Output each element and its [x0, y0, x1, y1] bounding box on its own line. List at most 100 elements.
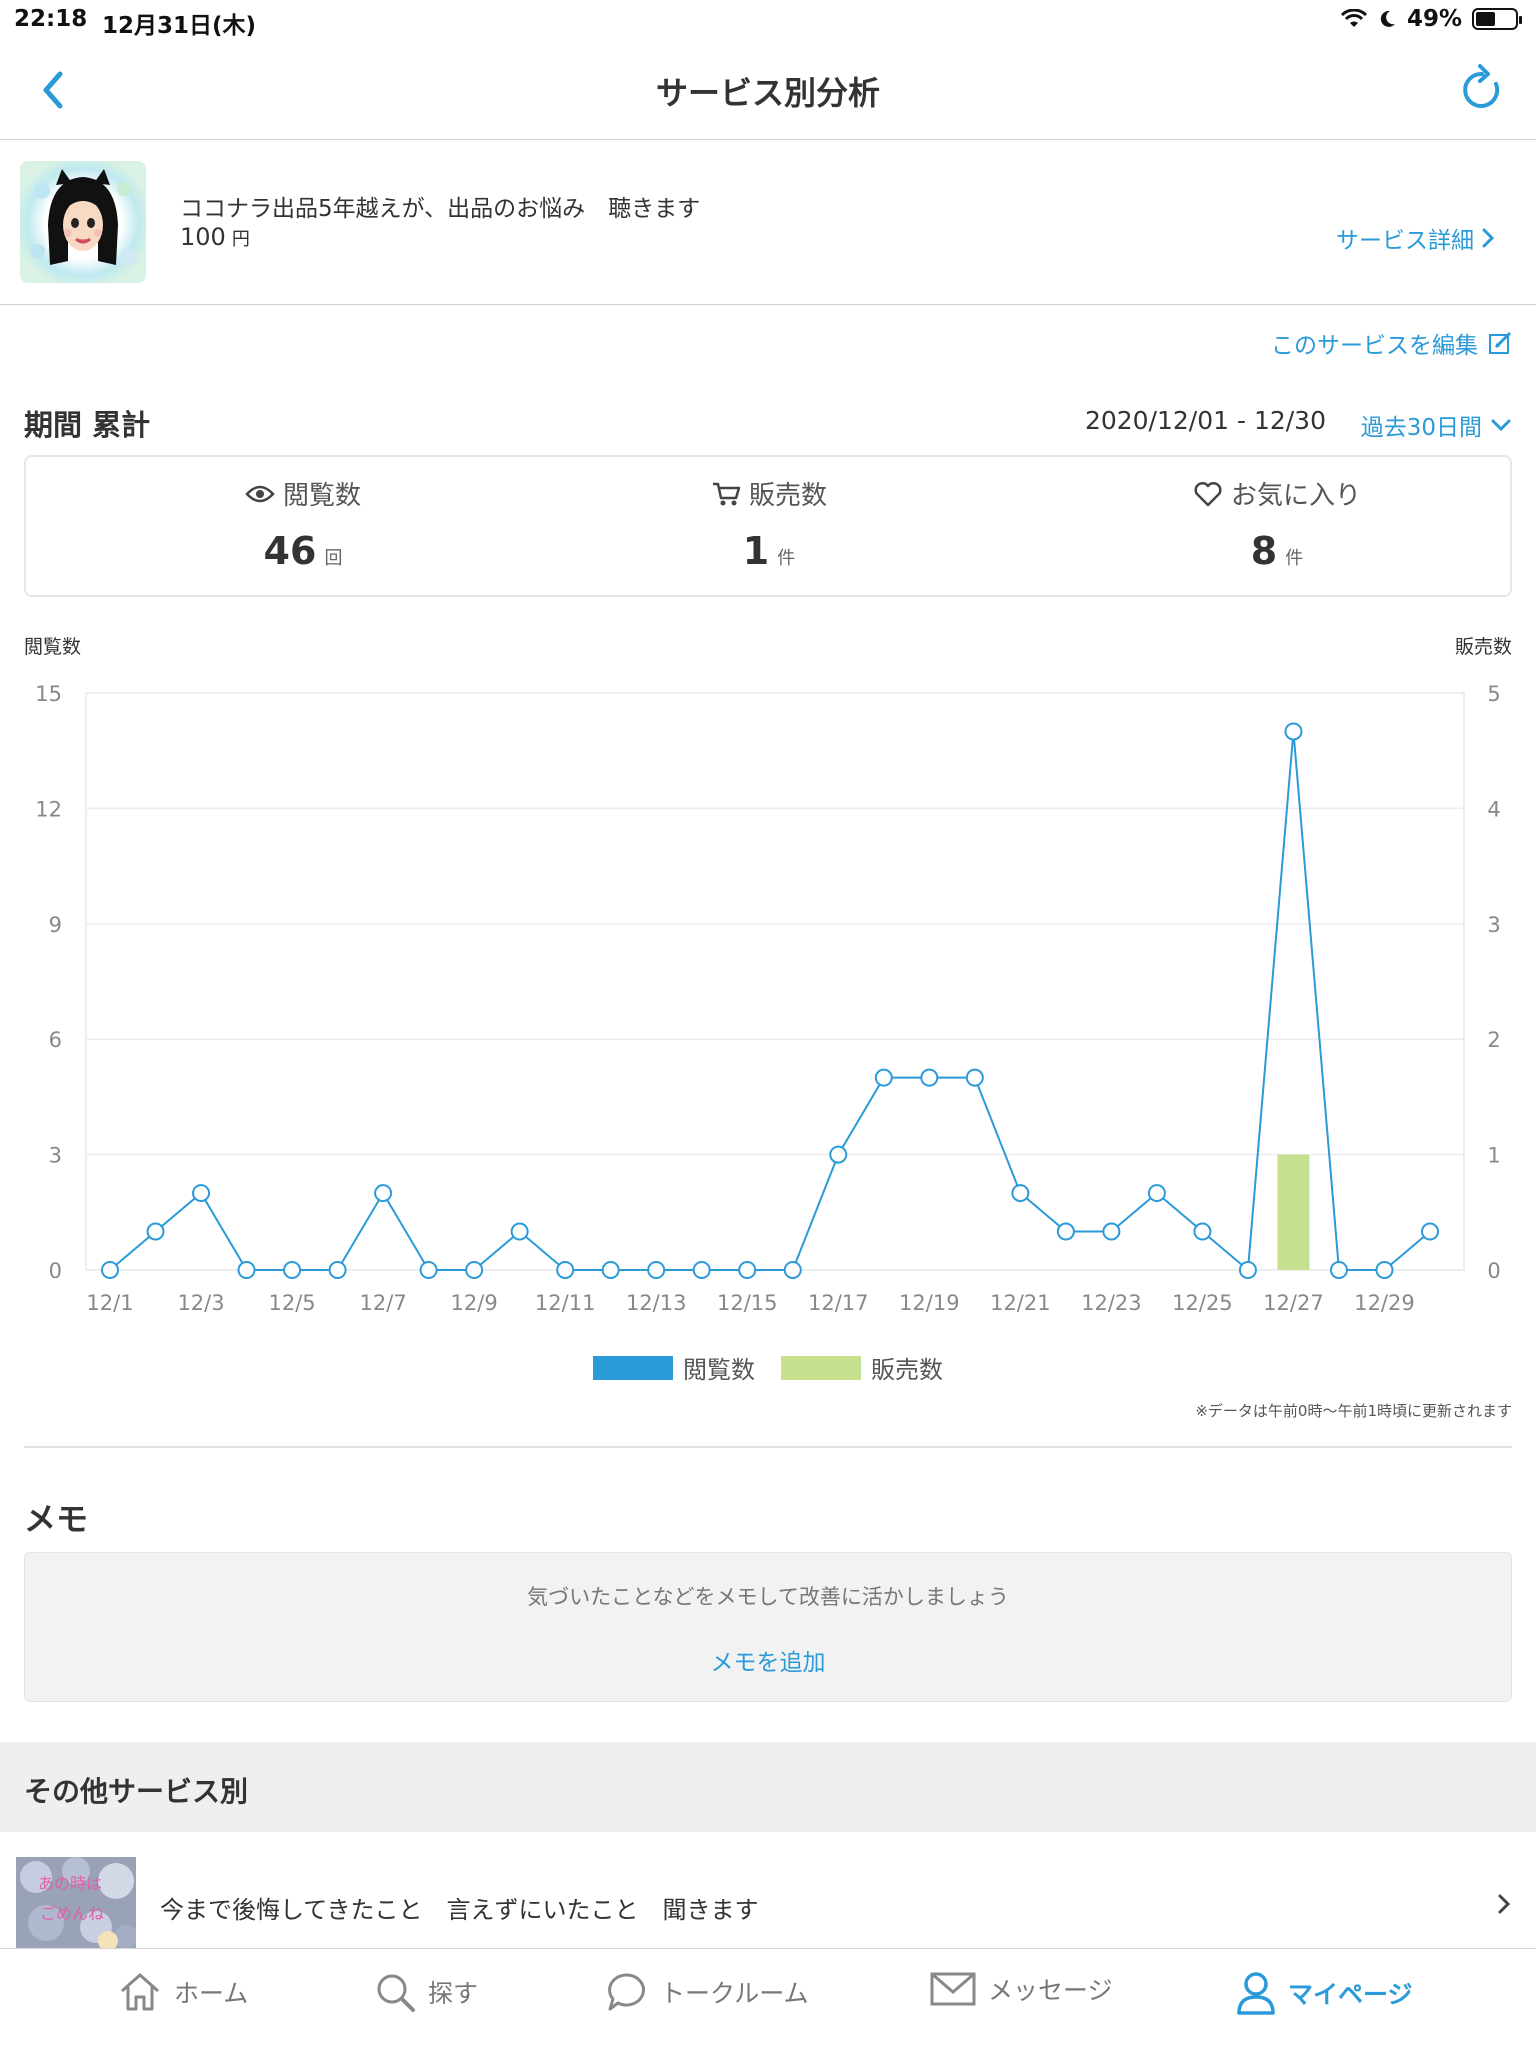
other-services-title: その他サービス別 [24, 1775, 249, 1808]
tab-messages[interactable]: メッセージ [930, 1971, 1113, 2007]
status-date: 12月31日(木) [102, 13, 257, 39]
y-left-tick-label: 3 [49, 1144, 62, 1168]
x-tick-label: 12/29 [1354, 1291, 1415, 1315]
views-point [920, 1068, 939, 1087]
tab-search[interactable]: 探す [374, 1971, 478, 2013]
views-point [510, 1222, 529, 1241]
legend-swatch-views [593, 1355, 673, 1380]
views-point [783, 1261, 802, 1279]
y-left-tick-label: 12 [35, 797, 62, 821]
stat-label: お気に入り [1230, 481, 1361, 511]
legend-item-views: 閲覧数 [593, 1350, 755, 1385]
memo-hint: 気づいたことなどをメモして改善に活かしましょう [527, 1585, 1009, 1609]
price-value: 100 [180, 223, 226, 251]
x-tick-label: 12/25 [1172, 1291, 1233, 1315]
section-divider [24, 1446, 1512, 1448]
period-select[interactable]: 過去30日間 [1361, 408, 1512, 442]
stat-unit: 件 [1285, 548, 1304, 569]
views-point [874, 1068, 893, 1087]
y-right-tick-label: 3 [1487, 913, 1500, 937]
tab-label: マイページ [1288, 1980, 1413, 2009]
views-point [1147, 1184, 1166, 1203]
views-point [1284, 722, 1303, 741]
navigation-bar: サービス別分析 [0, 40, 1536, 140]
x-tick-label: 12/7 [360, 1291, 407, 1315]
page-title: サービス別分析 [655, 74, 880, 112]
service-detail-link[interactable]: サービス詳細 [1336, 221, 1496, 255]
y-right-tick-label: 5 [1487, 682, 1500, 706]
y-left-tick-label: 9 [49, 913, 62, 937]
x-tick-label: 12/27 [1263, 1291, 1324, 1315]
x-tick-label: 12/13 [626, 1291, 687, 1315]
cart-icon [712, 482, 741, 505]
tab-label: 探す [428, 1979, 479, 2008]
other-service-title: 今まで後悔してきたこと 言えずにいたこと 聞きます [160, 1896, 759, 1924]
chevron-right-icon [1498, 1894, 1511, 1914]
other-service-row[interactable]: あの時は ごめんね 今まで後悔してきたこと 言えずにいたこと 聞きます [0, 1832, 1536, 1948]
stats-summary: 閲覧数 46 回 販売数 1件 お気に入り 8件 [24, 455, 1512, 597]
stat-value: 8 [1250, 529, 1278, 573]
legend-item-sales: 販売数 [781, 1350, 943, 1385]
y-right-tick-label: 0 [1487, 1259, 1500, 1283]
right-axis-title: 販売数 [1454, 636, 1512, 658]
eye-icon [245, 485, 275, 502]
status-time: 22:18 [14, 6, 88, 32]
service-avatar[interactable] [20, 161, 146, 283]
legend-label-views: 閲覧数 [683, 1356, 755, 1384]
user-icon [1237, 1972, 1275, 2015]
x-tick-label: 12/23 [1081, 1291, 1142, 1315]
stat-sales: 販売数 1件 [604, 457, 934, 599]
tab-label: トークルーム [660, 1979, 809, 2008]
edit-icon [1489, 331, 1512, 354]
views-point [556, 1261, 575, 1279]
tab-talkroom[interactable]: トークルーム [606, 1971, 809, 2013]
memo-box: 気づいたことなどをメモして改善に活かしましょう メモを追加 [24, 1552, 1512, 1702]
views-point [647, 1261, 666, 1279]
other-services-header: その他サービス別 [0, 1742, 1536, 1832]
wifi-icon [1340, 9, 1367, 27]
x-tick-label: 12/1 [86, 1291, 133, 1315]
legend-swatch-sales [781, 1355, 861, 1380]
period-range: 2020/12/01 - 12/30 [1084, 406, 1326, 435]
views-point [419, 1261, 438, 1279]
views-point [1193, 1222, 1212, 1241]
views-sales-chart: 0 0 3 1 6 2 9 3 12 4 15 5 12/1 12/3 12/5 12/7 12/9 12/11 1… [35, 682, 1500, 1315]
tab-label: メッセージ [988, 1976, 1113, 2005]
left-axis-title: 閲覧数 [24, 636, 82, 658]
memo-title: メモ [24, 1500, 89, 1538]
chart-legend: 閲覧数 販売数 [0, 1350, 1536, 1385]
views-point [237, 1261, 256, 1279]
stat-favorites: お気に入り 8件 [1112, 457, 1442, 599]
status-bar: 22:18 12月31日(木) 49% [0, 0, 1536, 40]
edit-service-link[interactable]: このサービスを編集 [1271, 326, 1512, 360]
price-unit: 円 [231, 229, 250, 250]
service-title: ココナラ出品5年越えが、出品のお悩み 聴きます [180, 196, 701, 222]
views-point [1329, 1261, 1348, 1279]
stat-value: 46 [263, 529, 317, 573]
views-point [146, 1222, 165, 1241]
y-right-tick-label: 1 [1487, 1144, 1500, 1168]
plot-frame [85, 692, 1465, 1271]
add-memo-button[interactable]: メモを追加 [25, 1643, 1511, 1677]
x-tick-label: 12/9 [451, 1291, 498, 1315]
y-left-tick-label: 6 [49, 1028, 62, 1052]
views-line [109, 731, 1431, 1273]
tab-home[interactable]: ホーム [118, 1971, 248, 2013]
views-point [192, 1184, 211, 1203]
reload-icon[interactable] [1456, 62, 1508, 118]
views-point [101, 1261, 119, 1279]
views-point [283, 1261, 302, 1279]
battery-percent: 49% [1406, 6, 1462, 32]
x-tick-label: 12/17 [808, 1291, 869, 1315]
chevron-down-icon [1491, 419, 1511, 432]
views-point [328, 1261, 347, 1279]
views-point [1421, 1222, 1439, 1241]
tab-bar: ホーム 探す トークルーム メッセージ マイページ [0, 1948, 1536, 2048]
edit-service-label: このサービスを編集 [1271, 333, 1478, 359]
stat-views: 閲覧数 46 回 [138, 457, 468, 599]
sales-bar [1277, 1154, 1310, 1270]
views-point [1056, 1222, 1075, 1241]
service-price: 100 円 [180, 223, 250, 251]
views-point [1011, 1184, 1030, 1203]
tab-mypage[interactable]: マイページ [1236, 1971, 1413, 2015]
